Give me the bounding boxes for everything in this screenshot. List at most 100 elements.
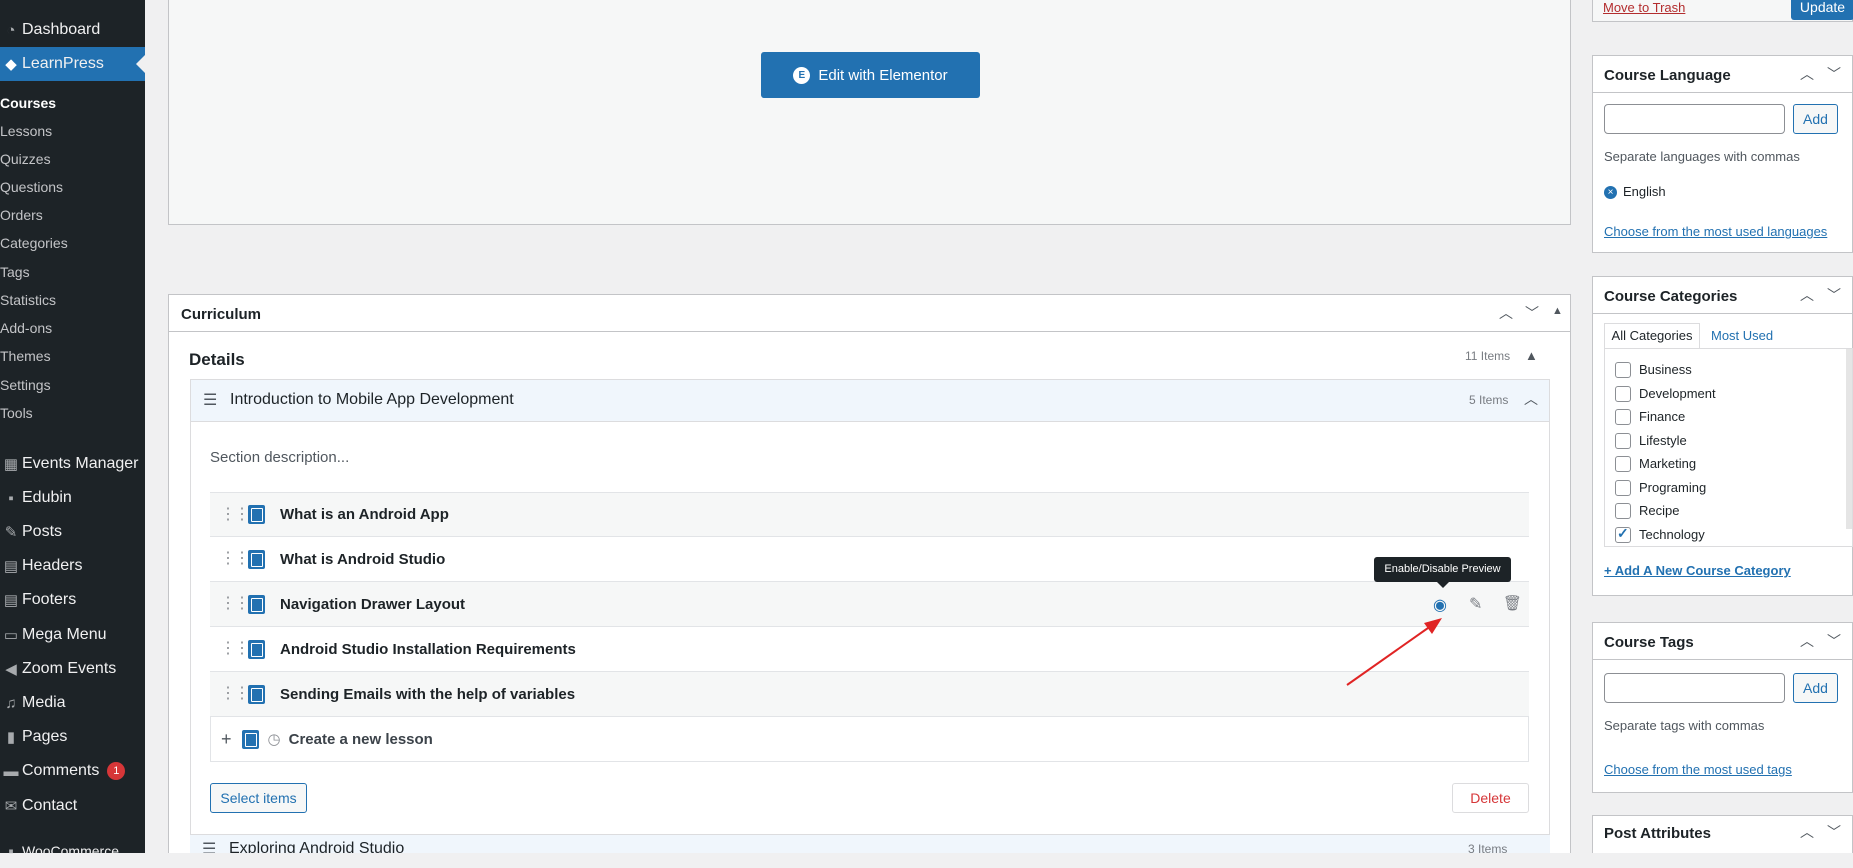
category-checkbox[interactable]: [1615, 385, 1631, 402]
lesson-title[interactable]: Sending Emails with the help of variable…: [280, 686, 575, 703]
section-description[interactable]: Section description...: [210, 449, 349, 466]
drag-handle-icon[interactable]: ⋮⋮: [220, 596, 250, 612]
category-item[interactable]: Finance: [1615, 408, 1685, 426]
tab-most-used[interactable]: Most Used: [1711, 328, 1773, 343]
lesson-title[interactable]: Navigation Drawer Layout: [280, 596, 465, 613]
lesson-type-icon[interactable]: [241, 729, 259, 749]
sidebar-item-contact[interactable]: ✉ Contact: [0, 789, 145, 823]
category-item[interactable]: Programing: [1615, 479, 1706, 497]
sidebar-item-zoom-events[interactable]: ◀ Zoom Events: [0, 652, 145, 686]
add-category-link[interactable]: + Add A New Course Category: [1604, 563, 1791, 578]
tags-input[interactable]: [1604, 673, 1785, 703]
category-item[interactable]: Technology: [1615, 525, 1705, 544]
category-item[interactable]: Development: [1615, 385, 1716, 403]
lesson-title[interactable]: What is Android Studio: [280, 551, 445, 568]
sidebar-sub-tags[interactable]: Tags: [0, 261, 30, 283]
new-lesson-input[interactable]: Create a new lesson: [289, 731, 433, 748]
lesson-row[interactable]: ⋮⋮ Android Studio Installation Requireme…: [210, 627, 1529, 672]
sidebar-item-learnpress[interactable]: ◆ LearnPress: [0, 47, 145, 81]
categories-list[interactable]: Business Development Finance Lifestyle M…: [1604, 348, 1853, 547]
sidebar-sub-themes[interactable]: Themes: [0, 345, 51, 367]
choose-languages-link[interactable]: Choose from the most used languages: [1604, 224, 1827, 239]
section-title[interactable]: Introduction to Mobile App Development: [230, 391, 514, 409]
category-item[interactable]: Recipe: [1615, 502, 1679, 520]
section-title[interactable]: Exploring Android Studio: [229, 840, 404, 853]
language-input[interactable]: [1604, 104, 1785, 134]
move-up-icon[interactable]: ︿: [1800, 822, 1814, 842]
sidebar-item-mega-menu[interactable]: ▭ Mega Menu: [0, 618, 145, 652]
move-down-icon[interactable]: ﹀: [1827, 64, 1841, 84]
sidebar-sub-courses[interactable]: Courses: [0, 92, 56, 114]
move-down-icon[interactable]: ﹀: [1827, 631, 1841, 651]
scrollbar[interactable]: [1846, 349, 1852, 529]
sidebar-item-events-manager[interactable]: ▦ Events Manager: [0, 447, 145, 481]
sidebar-item-pages[interactable]: ▮ Pages: [0, 720, 145, 754]
new-lesson-row[interactable]: + ◷ Create a new lesson: [210, 717, 1529, 762]
move-down-icon[interactable]: ﹀: [1827, 285, 1841, 305]
category-label: Development: [1639, 386, 1716, 401]
category-checkbox[interactable]: [1615, 455, 1631, 472]
edit-with-elementor-button[interactable]: E Edit with Elementor: [761, 52, 980, 98]
sidebar-item-edubin[interactable]: ▪ Edubin: [0, 481, 145, 515]
section-header[interactable]: ☰ Introduction to Mobile App Development…: [191, 380, 1549, 422]
drag-handle-icon[interactable]: ⋮⋮: [220, 551, 250, 567]
move-to-trash-link[interactable]: Move to Trash: [1603, 0, 1685, 15]
category-checkbox[interactable]: [1615, 479, 1631, 496]
lesson-row[interactable]: ⋮⋮ Navigation Drawer Layout ◉ ✎ 🗑: [210, 582, 1529, 627]
details-collapse-icon[interactable]: ▲: [1525, 348, 1538, 363]
move-up-icon[interactable]: ︿: [1800, 631, 1814, 651]
category-item[interactable]: Lifestyle: [1615, 432, 1687, 450]
trash-icon[interactable]: 🗑: [1503, 594, 1522, 612]
add-language-button[interactable]: Add: [1793, 104, 1838, 134]
sidebar-sub-statistics[interactable]: Statistics: [0, 289, 56, 311]
remove-tag-icon[interactable]: ×: [1604, 186, 1617, 199]
choose-tags-link[interactable]: Choose from the most used tags: [1604, 762, 1792, 777]
delete-section-button[interactable]: Delete: [1452, 783, 1529, 813]
drag-handle-icon[interactable]: ⋮⋮: [220, 686, 250, 702]
sidebar-sub-addons[interactable]: Add-ons: [0, 317, 52, 339]
category-checkbox[interactable]: [1615, 432, 1631, 449]
tab-all-categories[interactable]: All Categories: [1604, 323, 1700, 349]
section-drag-icon[interactable]: ☰: [202, 839, 216, 853]
sidebar-sub-settings[interactable]: Settings: [0, 374, 51, 396]
collapse-toggle-icon[interactable]: ▲: [1552, 305, 1563, 317]
sidebar-item-footers[interactable]: ▤ Footers: [0, 583, 145, 617]
edit-pencil-icon[interactable]: ✎: [1469, 594, 1482, 614]
drag-handle-icon[interactable]: ⋮⋮: [220, 641, 250, 657]
sidebar-item-dashboard[interactable]: ◔ Dashboard: [0, 13, 145, 47]
sidebar-item-media[interactable]: ♫ Media: [0, 686, 145, 720]
move-up-icon[interactable]: ︿: [1800, 64, 1814, 84]
lesson-row[interactable]: ⋮⋮ Sending Emails with the help of varia…: [210, 672, 1529, 717]
lesson-title[interactable]: Android Studio Installation Requirements: [280, 641, 576, 658]
section-drag-icon[interactable]: ☰: [203, 390, 217, 410]
lesson-title[interactable]: What is an Android App: [280, 506, 449, 523]
sidebar-sub-questions[interactable]: Questions: [0, 176, 63, 198]
section-collapse-icon[interactable]: ︿: [1524, 389, 1538, 409]
update-button[interactable]: Update: [1791, 0, 1853, 20]
category-checkbox[interactable]: [1615, 502, 1631, 519]
sidebar-sub-lessons[interactable]: Lessons: [0, 120, 52, 142]
drag-handle-icon[interactable]: ⋮⋮: [220, 506, 250, 522]
category-item[interactable]: Business: [1615, 361, 1692, 379]
category-checkbox[interactable]: [1615, 361, 1631, 378]
move-up-icon[interactable]: ︿: [1499, 303, 1513, 323]
lesson-row[interactable]: ⋮⋮ What is an Android App: [210, 492, 1529, 537]
category-checkbox-checked[interactable]: [1615, 525, 1631, 543]
sidebar-item-headers[interactable]: ▤ Headers: [0, 549, 145, 583]
sidebar-item-comments[interactable]: ▬ Comments 1: [0, 754, 145, 788]
sidebar-sub-categories[interactable]: Categories: [0, 232, 68, 254]
sidebar-item-woocommerce[interactable]: ▪ WooCommerce: [0, 834, 145, 868]
category-item[interactable]: Marketing: [1615, 455, 1696, 473]
move-down-icon[interactable]: ﹀: [1525, 303, 1539, 323]
add-tag-button[interactable]: Add: [1793, 673, 1838, 703]
select-items-button[interactable]: Select items: [210, 783, 307, 813]
sidebar-item-posts[interactable]: ✎ Posts: [0, 515, 145, 549]
move-up-icon[interactable]: ︿: [1800, 285, 1814, 305]
sidebar-sub-orders[interactable]: Orders: [0, 204, 43, 226]
next-section-header[interactable]: ☰ Exploring Android Studio 3 Items: [190, 834, 1550, 853]
sidebar-sub-quizzes[interactable]: Quizzes: [0, 148, 51, 170]
sidebar-sub-tools[interactable]: Tools: [0, 402, 33, 424]
category-checkbox[interactable]: [1615, 408, 1631, 425]
lesson-row[interactable]: ⋮⋮ What is Android Studio: [210, 537, 1529, 582]
move-down-icon[interactable]: ﹀: [1827, 822, 1841, 842]
